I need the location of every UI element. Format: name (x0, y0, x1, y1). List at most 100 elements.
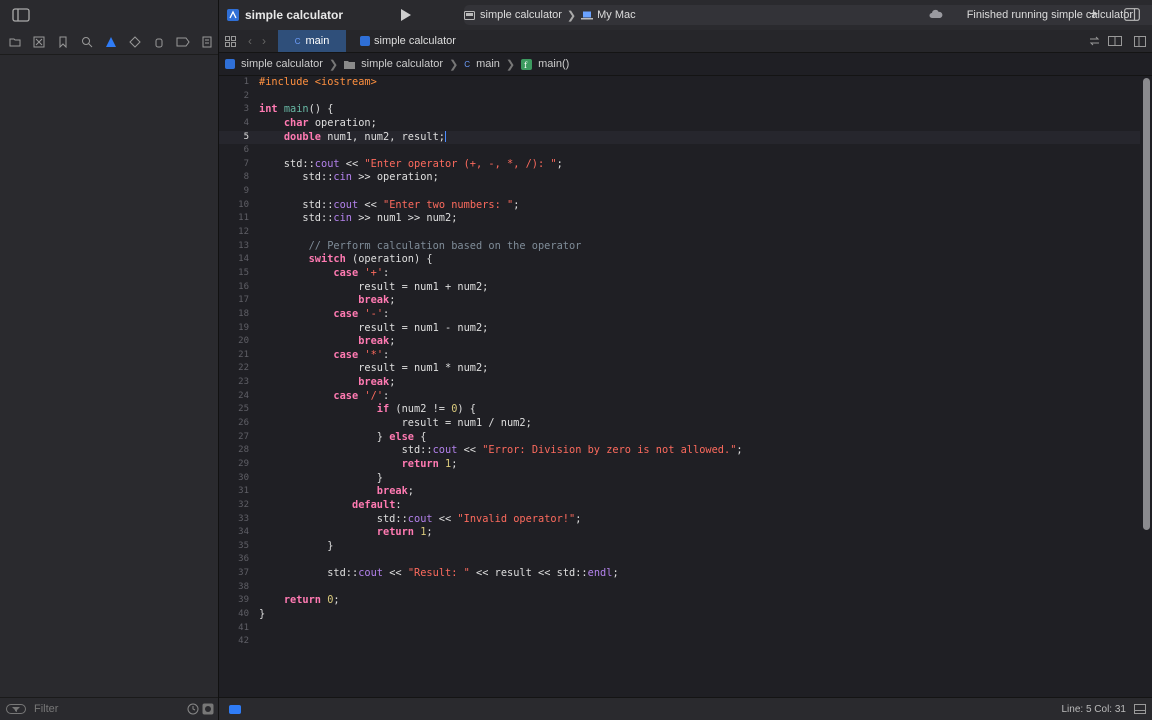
code-text: case '-': (259, 308, 389, 322)
code-line[interactable]: 12 (219, 226, 1140, 240)
hide-panel-icon[interactable] (1134, 704, 1146, 714)
bookmark-icon[interactable] (54, 33, 72, 51)
back-arrow-icon[interactable]: ‹ (248, 34, 252, 48)
code-line[interactable]: 18 case '-': (219, 308, 1140, 322)
code-line[interactable]: 1 #include <iostream> (219, 76, 1140, 90)
filter-input[interactable] (32, 702, 186, 716)
run-icon[interactable] (400, 8, 412, 22)
recent-files-icon[interactable] (187, 703, 199, 715)
code-line[interactable]: 4 char operation; (219, 117, 1140, 131)
line-number: 30 (238, 472, 249, 483)
code-line[interactable]: 13 // Perform calculation based on the o… (219, 240, 1140, 254)
code-token: case (333, 389, 359, 402)
test-diamond-icon[interactable] (126, 33, 144, 51)
source-control-filter-icon[interactable] (202, 703, 214, 715)
split-editor-icon[interactable] (1134, 35, 1146, 47)
code-line[interactable]: 7 std::cout << "Enter operator (+, -, *,… (219, 158, 1140, 172)
code-token: ; (333, 594, 340, 607)
code-line[interactable]: 38 (219, 581, 1140, 595)
code-line[interactable]: 29 return 1; (219, 458, 1140, 472)
add-button[interactable]: + (1089, 6, 1098, 24)
code-line[interactable]: 31 break; (219, 485, 1140, 499)
grid-icon[interactable] (225, 35, 236, 47)
scheme-name[interactable]: simple calculator (480, 9, 562, 21)
code-line[interactable]: 25 if (num2 != 0) { (219, 403, 1140, 417)
code-line[interactable]: 6 (219, 144, 1140, 158)
code-token: "Enter two numbers: " (383, 198, 514, 211)
window-toolbar: simple calculator simple calculator ❯ My… (219, 0, 1152, 30)
code-line[interactable]: 16 result = num1 + num2; (219, 281, 1140, 295)
code-line[interactable]: 42 (219, 635, 1140, 649)
scheme-status-bar: simple calculator ❯ My Mac Finished runn… (464, 5, 1152, 25)
code-line[interactable]: 39 return 0; (219, 594, 1140, 608)
breadcrumb-file[interactable]: main (476, 58, 500, 70)
code-line[interactable]: 2 (219, 90, 1140, 104)
related-items-icon[interactable] (1089, 36, 1100, 46)
code-line[interactable]: 14 switch (operation) { (219, 253, 1140, 267)
code-line[interactable]: 26 result = num1 / num2; (219, 417, 1140, 431)
code-line[interactable]: 8 std::cin >> operation; (219, 171, 1140, 185)
code-line[interactable]: 22 result = num1 * num2; (219, 362, 1140, 376)
debug-icon[interactable] (150, 33, 168, 51)
folder-icon[interactable] (6, 33, 24, 51)
code-line[interactable]: 34 return 1; (219, 526, 1140, 540)
code-line[interactable]: 15 case '+': (219, 267, 1140, 281)
tab-main[interactable]: C main (278, 30, 346, 52)
code-token: case (333, 348, 359, 361)
code-line[interactable]: 9 (219, 185, 1140, 199)
run-destination[interactable]: My Mac (597, 9, 636, 21)
tab-simple-calculator[interactable]: simple calculator (346, 30, 470, 52)
code-text: int main() { (259, 103, 333, 117)
issue-warning-icon[interactable] (102, 33, 120, 51)
code-line[interactable]: 21 case '*': (219, 349, 1140, 363)
source-editor[interactable]: 1 #include <iostream> 2 3 int main() {4 char… (219, 76, 1140, 698)
breadcrumb-symbol[interactable]: main() (538, 58, 569, 70)
code-line[interactable]: 5 double num1, num2, result; (219, 130, 1140, 145)
code-line[interactable]: 35 } (219, 540, 1140, 554)
filter-icon[interactable] (6, 704, 26, 714)
code-line[interactable]: 24 case '/': (219, 390, 1140, 404)
code-line[interactable]: 36 (219, 553, 1140, 567)
sidebar-toggle-icon[interactable] (12, 8, 30, 22)
debug-area-toggle-icon[interactable] (229, 704, 241, 714)
code-line[interactable]: 20 break; (219, 335, 1140, 349)
code-token: endl (587, 567, 613, 580)
line-number: 27 (238, 431, 249, 442)
editor-options-icon[interactable] (1108, 36, 1122, 46)
code-token: result = num1 * num2; (259, 362, 489, 375)
search-icon[interactable] (78, 33, 96, 51)
code-token: << (383, 567, 408, 580)
code-line[interactable]: 37 std::cout << "Result: " << result << … (219, 567, 1140, 581)
breadcrumb-project[interactable]: simple calculator (241, 58, 323, 70)
code-line[interactable]: 17 break; (219, 294, 1140, 308)
editor-scrollbar[interactable] (1143, 78, 1150, 530)
code-line[interactable]: 3 int main() { (219, 103, 1140, 117)
breakpoint-icon[interactable] (174, 33, 192, 51)
report-icon[interactable] (198, 33, 216, 51)
code-line[interactable]: 33 std::cout << "Invalid operator!"; (219, 513, 1140, 527)
code-token: cout (358, 567, 384, 580)
code-line[interactable]: 19 result = num1 - num2; (219, 322, 1140, 336)
code-token: break (358, 294, 390, 307)
code-line[interactable]: 28 std::cout << "Error: Division by zero… (219, 444, 1140, 458)
code-line[interactable]: 27 } else { (219, 431, 1140, 445)
code-line[interactable]: 30 } (219, 472, 1140, 486)
code-line[interactable]: 41 (219, 622, 1140, 636)
breadcrumb-folder[interactable]: simple calculator (361, 58, 443, 70)
inspector-toggle-icon[interactable] (1124, 8, 1140, 21)
code-token: } (259, 430, 390, 443)
source-control-icon[interactable] (30, 33, 48, 51)
forward-arrow-icon[interactable]: › (262, 34, 266, 48)
code-line[interactable]: 10 std::cout << "Enter two numbers: "; (219, 199, 1140, 213)
code-line[interactable]: 23 break; (219, 376, 1140, 390)
line-number: 15 (238, 267, 249, 278)
code-text: std::cout << "Enter operator (+, -, *, /… (259, 158, 563, 172)
code-text: case '/': (259, 390, 389, 404)
code-text: result = num1 + num2; (259, 281, 488, 295)
line-number: 22 (238, 363, 249, 374)
code-line[interactable]: 32 default: (219, 499, 1140, 513)
code-line[interactable]: 40} (219, 608, 1140, 622)
code-line[interactable]: 11 std::cin >> num1 >> num2; (219, 212, 1140, 226)
